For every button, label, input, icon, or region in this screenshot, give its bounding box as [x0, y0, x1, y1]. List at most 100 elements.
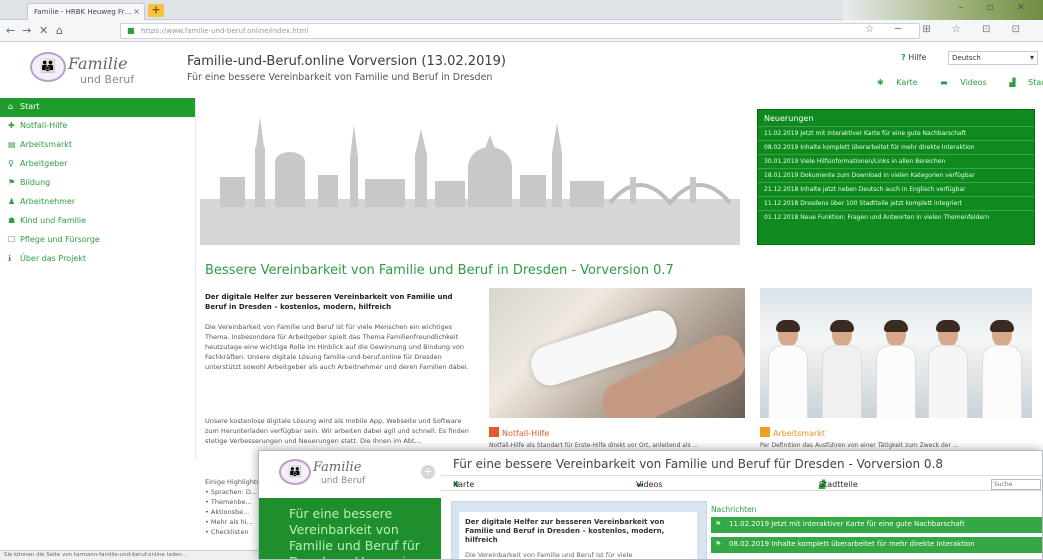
sidebar-item-start[interactable]: ⌂ Start — [0, 98, 195, 117]
url-text: https://www.familie-und-beruf.online/ind… — [141, 27, 309, 35]
help-link[interactable]: ? Hilfe — [901, 53, 926, 62]
lead-text: Der digitale Helfer zur besseren Vereinb… — [205, 293, 453, 311]
browser-tab-bar: Familie - HRBK Heuweg Fr… × + – ▫ ✕ — [0, 0, 1043, 20]
news-item[interactable]: 01.12.2018 Neue Funktion: Fragen und Ant… — [758, 210, 1034, 224]
solution-paragraph: Unsere kostenlose digitale Lösung wird a… — [205, 417, 469, 445]
map-icon: ✱ — [877, 78, 884, 87]
sidebar-item-arbeitgeber[interactable]: ♀ Arbeitgeber — [0, 155, 195, 174]
header-link-videos[interactable]: ▬ Videos — [940, 78, 997, 87]
sidebar-item-ueber-das-projekt[interactable]: ℹ Über das Projekt — [0, 250, 195, 269]
video-icon: ▬ — [940, 78, 948, 87]
w2-sidebar: 👪 Familie und Beruf + Für eine bessere V… — [259, 451, 441, 559]
family-logo-icon: 👪 — [279, 459, 311, 485]
card-arbeitsmarkt-desc: Per Definition das Ausführen von einer T… — [760, 442, 959, 449]
logo-text-beruf: und Beruf — [321, 476, 366, 486]
news-item[interactable]: 21.12.2018 Inhalte jetzt neben Deutsch a… — [758, 182, 1034, 196]
info-icon: ℹ — [8, 254, 12, 263]
chevron-down-icon: ▾ — [1029, 53, 1034, 62]
header-link-karte[interactable]: ✱ Karte — [877, 78, 928, 87]
site-header: 👪 Familie und Beruf Familie-und-Beruf.on… — [0, 43, 1043, 95]
site-subtitle: Für eine bessere Vereinbarkeit von Famil… — [187, 72, 493, 83]
w2-news-heading: Nachrichten — [711, 505, 757, 514]
tab-close-icon[interactable]: × — [133, 7, 140, 16]
flag-icon: ⚑ — [8, 178, 16, 187]
w2-tagline: Für eine bessere Vereinbarkeit von Famil… — [289, 506, 422, 559]
sidebar-item-kind-und-familie[interactable]: ☗ Kind und Familie — [0, 212, 195, 231]
care-icon: ☐ — [8, 235, 16, 244]
window-controls[interactable]: – ▫ ✕ — [958, 2, 1035, 13]
w2-site-logo[interactable]: 👪 Familie und Beruf — [279, 459, 409, 499]
news-panel: Neuerungen 11.02.2019 Jetzt mit interakt… — [757, 109, 1035, 245]
help-label: Hilfe — [908, 53, 927, 62]
sidebar-item-label: Über das Projekt — [20, 254, 86, 263]
w2-intro-text: Die Vereinbarkeit von Familie und Beruf … — [465, 551, 633, 559]
header-link-stadtteile[interactable]: ▟ Stadtteile — [1009, 78, 1043, 87]
family-logo-icon: 👪 — [30, 52, 66, 82]
medical-cross-icon — [489, 427, 499, 437]
browser-tab[interactable]: Familie - HRBK Heuweg Fr… × — [27, 3, 145, 20]
tab-title: Familie - HRBK Heuweg Fr… — [34, 8, 132, 16]
home-icon: ⌂ — [8, 102, 14, 111]
new-tab-button[interactable]: + — [148, 4, 164, 17]
news-item[interactable]: 08.02.2019 Inhalte komplett überarbeitet… — [758, 140, 1034, 154]
help-icon: ? — [901, 53, 906, 62]
card-notfall-hilfe-title[interactable]: Notfall-Hilfe — [489, 427, 549, 438]
sidebar-item-label: Notfall-Hilfe — [20, 121, 68, 130]
close-icon[interactable]: ✕ — [39, 24, 48, 37]
language-value: Deutsch — [952, 54, 981, 62]
site-logo[interactable]: 👪 Familie und Beruf — [30, 52, 170, 92]
browser-toolbar-icons[interactable]: ☆ ─ ⊞ ☆ ⊡ ⊡ — [865, 24, 1029, 35]
flag-icon: ⚑ — [715, 520, 722, 528]
sidebar-item-label: Kind und Familie — [20, 216, 87, 225]
list-icon: ▤ — [8, 140, 16, 149]
dresden-skyline-illustration — [200, 117, 740, 245]
address-bar[interactable]: ■ https://www.familie-und-beruf.online/i… — [120, 23, 920, 39]
flag-icon: ⚑ — [715, 540, 722, 548]
preview-window-v08[interactable]: 👪 Familie und Beruf + Für eine bessere V… — [258, 450, 1043, 560]
w2-search-input[interactable]: Suche — [991, 479, 1041, 490]
sidebar-item-arbeitsmarkt[interactable]: ▤ Arbeitsmarkt — [0, 136, 195, 155]
header-links: ✱ Karte ▬ Videos ▟ Stadtteile — [877, 78, 1043, 87]
sidebar-item-label: Start — [20, 102, 40, 111]
medical-cross-icon: ✚ — [8, 121, 15, 130]
family-icon: ☗ — [8, 216, 16, 225]
sidebar-item-pflege[interactable]: ☐ Pflege und Fürsorge — [0, 231, 195, 250]
logo-text-beruf: und Beruf — [80, 73, 135, 86]
w2-news-item[interactable]: ⚑ 11.02.2019 Jetzt mit interaktiver Karte… — [711, 517, 1042, 533]
sidebar-item-arbeitnehmer[interactable]: ♟ Arbeitnehmer — [0, 193, 195, 212]
sidebar-item-bildung[interactable]: ⚑ Bildung — [0, 174, 195, 193]
w2-intro-title: Der digitale Helfer zur besseren Vereinb… — [465, 518, 665, 544]
w2-nav-bar: ✱ Karte ▬ Videos ▟ Stadtteile — [441, 475, 1042, 491]
news-item[interactable]: 11.12.2018 Dresdens über 100 Stadtteile … — [758, 196, 1034, 210]
w2-news-item[interactable]: ⚑ 08.02.2019 Inhalte komplett überarbeite… — [711, 537, 1042, 553]
expand-plus-icon[interactable]: + — [421, 465, 435, 479]
news-item[interactable]: 18.01.2019 Dokumente zum Download in vie… — [758, 168, 1034, 182]
briefcase-icon — [760, 427, 770, 437]
first-aid-photo[interactable] — [489, 288, 745, 418]
browser-nav-bar: ← → ✕ ⌂ ■ https://www.familie-und-beruf.… — [0, 20, 1043, 42]
w2-page-title: Für eine bessere Vereinbarkeit von Famil… — [453, 457, 944, 471]
card-arbeitsmarkt-title[interactable]: Arbeitsmarkt — [760, 427, 825, 438]
news-item[interactable]: 11.02.2019 Jetzt mit interaktiver Karte … — [758, 126, 1034, 140]
labor-market-photo[interactable] — [760, 288, 1032, 418]
lock-icon: ■ — [127, 26, 135, 35]
district-icon: ▟ — [1009, 78, 1016, 87]
person-icon: ♀ — [8, 159, 14, 168]
language-select[interactable]: Deutsch ▾ — [948, 51, 1038, 65]
w2-intro-box: Der digitale Helfer zur besseren Vereinb… — [451, 501, 707, 559]
sidebar-item-label: Bildung — [20, 178, 51, 187]
logo-text-familie: Familie — [68, 54, 128, 73]
back-icon[interactable]: ← — [6, 24, 15, 37]
site-title: Familie-und-Beruf.online Vorversion (13.… — [187, 54, 506, 69]
sidebar-item-notfall-hilfe[interactable]: ✚ Notfall-Hilfe — [0, 117, 195, 136]
content-divider — [195, 98, 196, 460]
page-title: Bessere Vereinbarkeit von Familie und Be… — [205, 263, 674, 278]
sidebar-item-label: Pflege und Fürsorge — [20, 235, 100, 244]
forward-icon[interactable]: → — [22, 24, 31, 37]
worker-icon: ♟ — [8, 197, 16, 206]
news-title: Neuerungen — [764, 114, 814, 123]
news-item[interactable]: 30.01.2019 Viele Hilfsinformationen/Link… — [758, 154, 1034, 168]
home-icon[interactable]: ⌂ — [56, 24, 63, 37]
sidebar-item-label: Arbeitsmarkt — [20, 140, 73, 149]
sidebar-item-label: Arbeitgeber — [20, 159, 68, 168]
